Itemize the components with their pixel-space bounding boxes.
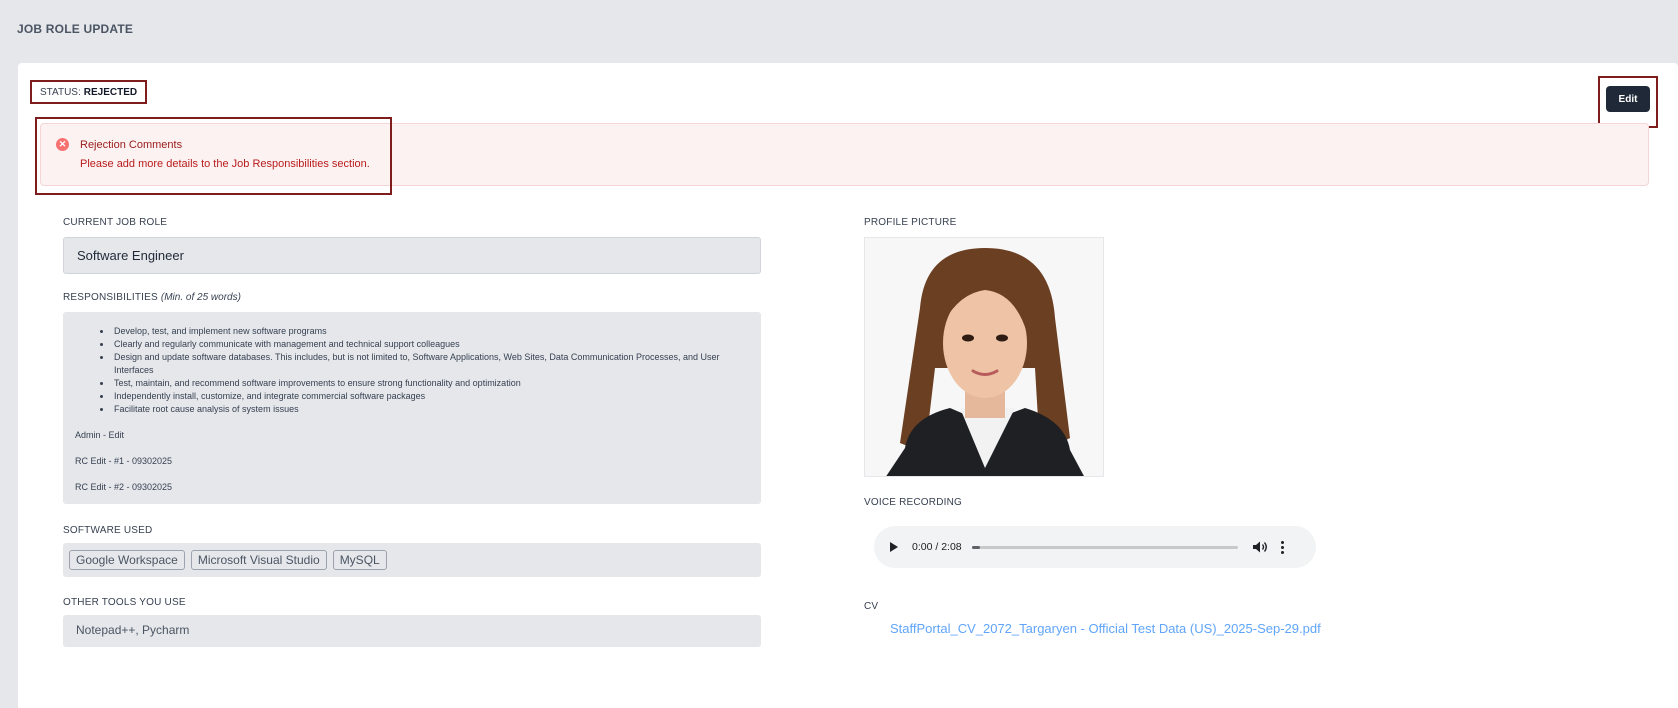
software-used-field[interactable]: Google Workspace Microsoft Visual Studio… [63,543,761,577]
rejection-message: Please add more details to the Job Respo… [80,158,370,170]
edit-button[interactable]: Edit [1606,86,1650,112]
page-title: JOB ROLE UPDATE [17,22,134,36]
software-used-label: SOFTWARE USED [63,525,153,536]
responsibilities-label: RESPONSIBILITIES (Min. of 25 words) [63,292,241,303]
cv-label: CV [864,601,879,612]
more-options-icon[interactable] [1278,540,1288,554]
list-item: Facilitate root cause analysis of system… [112,403,749,416]
avatar [865,238,1103,476]
profile-picture-label: PROFILE PICTURE [864,217,957,228]
other-tools-field[interactable]: Notepad++, Pycharm [63,615,761,647]
list-item: Test, maintain, and recommend software i… [112,377,749,390]
software-chip[interactable]: Microsoft Visual Studio [190,550,327,570]
list-item: Clearly and regularly communicate with m… [112,338,749,351]
status-value: REJECTED [83,86,138,98]
audio-progress-fill [971,545,980,549]
status-badge: STATUS: REJECTED [30,80,148,104]
audio-progress-bar[interactable] [971,545,1238,549]
voice-recording-label: VOICE RECORDING [864,497,963,508]
responsibility-note: Admin - Edit [75,430,125,440]
list-item: Develop, test, and implement new softwar… [112,325,749,338]
current-job-role-field[interactable]: Software Engineer [63,237,761,274]
audio-time: 0:00 / 2:08 [912,541,962,553]
profile-picture [864,237,1104,477]
current-job-role-label: CURRENT JOB ROLE [63,217,168,228]
responsibility-note: RC Edit - #1 - 09302025 [75,456,173,466]
list-item: Design and update software databases. Th… [112,351,749,377]
status-prefix: STATUS: [40,86,81,98]
list-item: Independently install, customize, and in… [112,390,749,403]
audio-player: 0:00 / 2:08 [874,526,1316,568]
cv-file-link[interactable]: StaffPortal_CV_2072_Targaryen - Official… [890,621,1321,636]
rejection-alert-highlight [35,117,392,195]
volume-icon[interactable] [1252,540,1268,554]
responsibilities-field[interactable]: Develop, test, and implement new softwar… [63,312,761,504]
responsibilities-list: Develop, test, and implement new softwar… [112,325,749,416]
rejection-title: Rejection Comments [80,139,183,151]
software-chip[interactable]: MySQL [332,550,387,570]
other-tools-label: OTHER TOOLS YOU USE [63,597,186,608]
responsibilities-hint: (Min. of 25 words) [160,292,241,303]
responsibility-note: RC Edit - #2 - 09302025 [75,482,173,492]
play-icon[interactable] [890,542,898,552]
x-circle-icon: ✕ [56,138,69,151]
software-chip[interactable]: Google Workspace [69,550,185,570]
